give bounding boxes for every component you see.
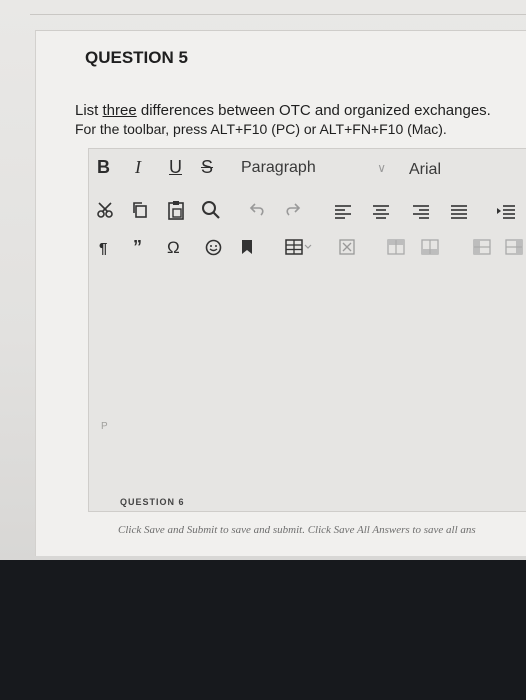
paragraph-mark-icon[interactable]: ¶ [99, 239, 107, 259]
divider [30, 14, 526, 15]
screen: QUESTION 5 List three differences betwee… [0, 0, 526, 560]
underline-button[interactable]: U [169, 157, 182, 177]
redo-icon[interactable] [283, 202, 301, 218]
find-icon[interactable] [201, 200, 221, 220]
bold-button[interactable]: B [97, 157, 110, 177]
table-column-before-icon[interactable] [473, 239, 491, 255]
paste-icon[interactable] [167, 200, 185, 220]
emoji-icon[interactable] [205, 239, 222, 256]
table-row-before-icon[interactable] [387, 239, 405, 255]
insert-table-icon[interactable] [285, 239, 313, 255]
rich-text-editor: B I U S Paragraph ∨ Arial ¶ ” Ω P [88, 148, 526, 512]
table-column-after-icon[interactable] [505, 239, 523, 255]
prompt-underlined: three [102, 102, 137, 119]
strikethrough-button[interactable]: S [201, 157, 213, 177]
undo-icon[interactable] [249, 202, 267, 218]
prompt-after: differences between OTC and organized ex… [136, 102, 491, 119]
editor-content-area[interactable] [89, 267, 526, 457]
cut-icon[interactable] [97, 201, 115, 219]
align-center-icon[interactable] [373, 205, 389, 219]
table-row-after-icon[interactable] [421, 239, 439, 255]
blockquote-icon[interactable]: ” [133, 237, 142, 257]
element-path-label: P [101, 421, 108, 432]
toolbar-hint: For the toolbar, press ALT+F10 (PC) or A… [75, 121, 447, 137]
prompt-before: List [75, 102, 103, 119]
question-title: QUESTION 5 [85, 48, 188, 67]
bookmark-icon[interactable] [241, 239, 253, 255]
align-left-icon[interactable] [335, 205, 351, 219]
next-question-title: QUESTION 6 [120, 497, 185, 507]
copy-icon[interactable] [131, 201, 149, 219]
indent-icon[interactable] [497, 205, 515, 219]
font-family-select[interactable]: Arial [409, 161, 441, 179]
save-instructions: Click Save and Submit to save and submit… [118, 524, 476, 536]
chevron-down-icon: ∨ [377, 161, 386, 175]
paragraph-format-select[interactable]: Paragraph ∨ [241, 159, 386, 181]
paragraph-format-value: Paragraph [241, 159, 316, 176]
monitor-bezel [0, 560, 526, 700]
special-character-icon[interactable]: Ω [167, 238, 180, 258]
align-justify-icon[interactable] [451, 205, 467, 219]
question-prompt: List three differences between OTC and o… [75, 100, 526, 122]
editor-toolbar: B I U S Paragraph ∨ Arial ¶ ” Ω [89, 149, 526, 268]
italic-button[interactable]: I [135, 157, 141, 177]
delete-table-icon[interactable] [339, 239, 355, 255]
align-right-icon[interactable] [413, 205, 429, 219]
